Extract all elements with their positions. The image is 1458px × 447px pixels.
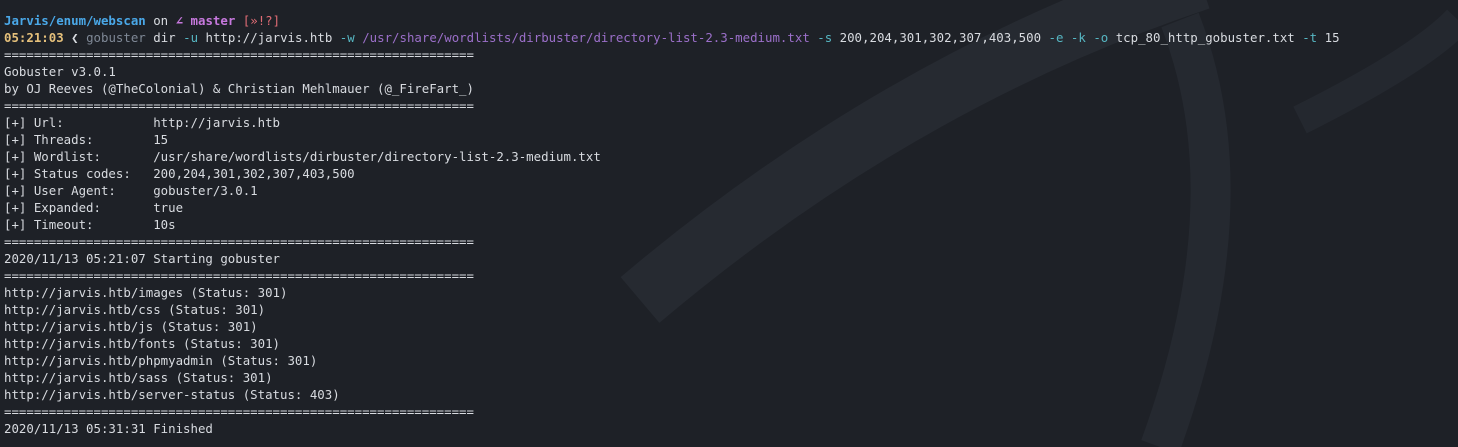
- command-url: http://jarvis.htb: [205, 30, 333, 45]
- config-line: [+] Url: http://jarvis.htb: [4, 115, 281, 130]
- prompt-time: 05:21:03: [4, 30, 64, 45]
- banner-authors: by OJ Reeves (@TheColonial) & Christian …: [4, 81, 474, 96]
- result-line: http://jarvis.htb/css (Status: 301): [4, 302, 266, 317]
- separator-line: ========================================…: [4, 234, 474, 249]
- command-wordlist: /usr/share/wordlists/dirbuster/directory…: [362, 30, 810, 45]
- config-line: [+] User Agent: gobuster/3.0.1: [4, 183, 258, 198]
- config-line: [+] Threads: 15: [4, 132, 169, 147]
- flag-w: -w: [339, 30, 355, 45]
- config-line: [+] Timeout: 10s: [4, 217, 176, 232]
- prompt-arrow-icon: ❮: [71, 30, 79, 45]
- separator-line: ========================================…: [4, 47, 474, 62]
- separator-line: ========================================…: [4, 404, 474, 419]
- command-codes: 200,204,301,302,307,403,500: [839, 30, 1042, 45]
- terminal-output: Jarvis/enum/webscan on ∠ master [»!?] 05…: [4, 12, 1458, 437]
- flag-k: -k: [1070, 30, 1086, 45]
- command-threads: 15: [1324, 30, 1340, 45]
- config-line: [+] Status codes: 200,204,301,302,307,40…: [4, 166, 355, 181]
- flag-e: -e: [1048, 30, 1064, 45]
- result-line: http://jarvis.htb/js (Status: 301): [4, 319, 258, 334]
- command-outfile: tcp_80_http_gobuster.txt: [1115, 30, 1295, 45]
- command-subcommand: dir: [153, 30, 176, 45]
- config-line: [+] Wordlist: /usr/share/wordlists/dirbu…: [4, 149, 601, 164]
- finish-line: 2020/11/13 05:31:31 Finished: [4, 421, 213, 436]
- prompt-line: Jarvis/enum/webscan on ∠ master [»!?]: [4, 12, 1458, 29]
- result-line: http://jarvis.htb/phpmyadmin (Status: 30…: [4, 353, 318, 368]
- result-line: http://jarvis.htb/fonts (Status: 301): [4, 336, 281, 351]
- flag-o: -o: [1093, 30, 1109, 45]
- git-branch: master: [190, 13, 236, 28]
- result-line: http://jarvis.htb/images (Status: 301): [4, 285, 288, 300]
- command-program: gobuster: [86, 30, 146, 45]
- flag-t: -t: [1302, 30, 1318, 45]
- terminal-window[interactable]: Jarvis/enum/webscan on ∠ master [»!?] 05…: [0, 0, 1458, 447]
- prompt-path: Jarvis/enum/webscan: [4, 13, 146, 28]
- result-line: http://jarvis.htb/server-status (Status:…: [4, 387, 340, 402]
- separator-line: ========================================…: [4, 98, 474, 113]
- git-status: [»!?]: [242, 13, 281, 28]
- start-line: 2020/11/13 05:21:07 Starting gobuster: [4, 251, 281, 266]
- prompt-on: on: [153, 13, 169, 28]
- command-line[interactable]: 05:21:03 ❮ gobuster dir -u http://jarvis…: [4, 29, 1458, 46]
- flag-u: -u: [183, 30, 199, 45]
- flag-s: -s: [817, 30, 833, 45]
- result-line: http://jarvis.htb/sass (Status: 301): [4, 370, 273, 385]
- git-branch-icon: ∠: [175, 13, 184, 28]
- separator-line: ========================================…: [4, 268, 474, 283]
- banner-title: Gobuster v3.0.1: [4, 64, 116, 79]
- config-line: [+] Expanded: true: [4, 200, 184, 215]
